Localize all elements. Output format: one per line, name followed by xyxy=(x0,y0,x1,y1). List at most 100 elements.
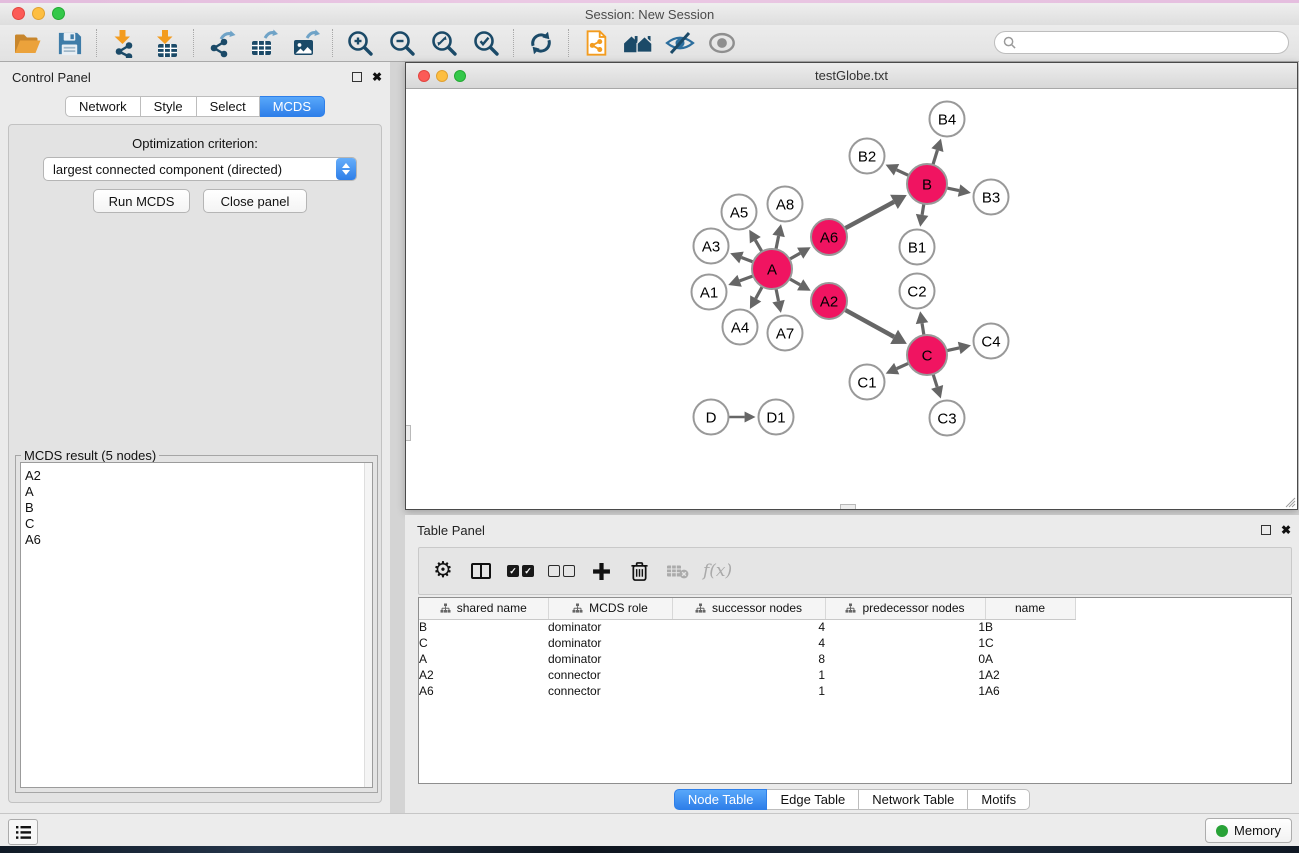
column-header-shared-name[interactable]: shared name xyxy=(419,598,548,619)
table-cell[interactable]: connector xyxy=(548,667,672,683)
table-cell[interactable]: dominator xyxy=(548,651,672,667)
table-cell[interactable]: B xyxy=(985,619,1075,635)
network-minimize-button[interactable] xyxy=(436,70,448,82)
memory-button[interactable]: Memory xyxy=(1205,818,1292,843)
graph-node-B1[interactable]: B1 xyxy=(900,230,935,265)
bottom-edge-grip[interactable] xyxy=(840,504,856,509)
float-panel-icon[interactable] xyxy=(352,72,362,82)
task-history-button[interactable] xyxy=(8,819,38,845)
edge-C-C3[interactable] xyxy=(933,374,937,387)
tab-mcds[interactable]: MCDS xyxy=(260,96,325,117)
table-cell[interactable]: A2 xyxy=(985,667,1075,683)
tab-style[interactable]: Style xyxy=(141,96,197,117)
table-options-button[interactable]: ⚙ xyxy=(431,556,455,586)
graph-node-A5[interactable]: A5 xyxy=(722,195,757,230)
result-item[interactable]: A6 xyxy=(21,532,372,548)
edge-A-A2[interactable] xyxy=(789,279,800,285)
table-row[interactable]: A2connector11A2 xyxy=(419,667,1291,683)
table-cell[interactable]: 1 xyxy=(672,683,825,699)
zoom-selected-button[interactable] xyxy=(465,26,507,60)
table-row[interactable]: A6connector11A6 xyxy=(419,683,1291,699)
graph-node-D[interactable]: D xyxy=(694,400,729,435)
table-cell[interactable]: dominator xyxy=(548,619,672,635)
add-button[interactable] xyxy=(589,556,613,586)
graph-node-C[interactable]: C xyxy=(907,335,947,375)
graph-node-B3[interactable]: B3 xyxy=(974,180,1009,215)
import-table-button[interactable] xyxy=(145,26,187,60)
graph-node-C3[interactable]: C3 xyxy=(930,401,965,436)
edge-A-A4[interactable] xyxy=(756,287,763,299)
zoom-fit-button[interactable] xyxy=(423,26,465,60)
network-close-button[interactable] xyxy=(418,70,430,82)
save-session-button[interactable] xyxy=(48,26,90,60)
close-panel-button[interactable]: Close panel xyxy=(203,189,307,213)
delete-button[interactable] xyxy=(627,556,651,586)
table-cell[interactable]: C xyxy=(419,635,548,651)
edge-A-A3[interactable] xyxy=(741,257,753,261)
tab-node-table[interactable]: Node Table xyxy=(674,789,768,810)
tab-select[interactable]: Select xyxy=(197,96,260,117)
close-window-button[interactable] xyxy=(12,7,25,20)
table-cell[interactable]: connector xyxy=(548,683,672,699)
table-cell[interactable]: dominator xyxy=(548,635,672,651)
column-header-mcds-role[interactable]: MCDS role xyxy=(548,598,672,619)
zoom-in-button[interactable] xyxy=(339,26,381,60)
delete-table-button[interactable] xyxy=(665,556,689,586)
close-panel-icon[interactable]: ✖ xyxy=(372,72,382,82)
hide-graphics-details-button[interactable] xyxy=(659,26,701,60)
edge-C-C4[interactable] xyxy=(947,348,960,351)
tab-motifs[interactable]: Motifs xyxy=(968,789,1030,810)
table-cell[interactable]: A2 xyxy=(419,667,548,683)
column-header-name[interactable]: name xyxy=(985,598,1075,619)
tab-edge-table[interactable]: Edge Table xyxy=(767,789,859,810)
network-window-titlebar[interactable]: testGlobe.txt xyxy=(406,63,1297,89)
select-all-button[interactable]: ✓ ✓ xyxy=(507,556,534,586)
open-session-button[interactable] xyxy=(6,26,48,60)
edge-A-A7[interactable] xyxy=(776,289,779,301)
graph-node-C2[interactable]: C2 xyxy=(900,274,935,309)
graph-node-D1[interactable]: D1 xyxy=(759,400,794,435)
edge-A-A8[interactable] xyxy=(776,236,779,249)
table-cell[interactable]: B xyxy=(419,619,548,635)
graph-node-A7[interactable]: A7 xyxy=(768,316,803,351)
graph-node-C4[interactable]: C4 xyxy=(974,324,1009,359)
show-columns-button[interactable] xyxy=(469,556,493,586)
maximize-window-button[interactable] xyxy=(52,7,65,20)
edge-B-B4[interactable] xyxy=(933,150,938,165)
edge-B-B3[interactable] xyxy=(947,188,959,191)
tab-network-table[interactable]: Network Table xyxy=(859,789,968,810)
network-graph-canvas[interactable]: B4B2BB3A8A5A6A3B1AC2A1A2A4A7C4CC1C3DD1 xyxy=(406,89,1297,509)
table-row[interactable]: Cdominator41C xyxy=(419,635,1291,651)
edge-A-A1[interactable] xyxy=(740,276,754,281)
graph-node-A4[interactable]: A4 xyxy=(723,310,758,345)
edge-C-C2[interactable] xyxy=(922,323,924,335)
export-table-button[interactable] xyxy=(242,26,284,60)
graph-node-C1[interactable]: C1 xyxy=(850,365,885,400)
zoom-out-button[interactable] xyxy=(381,26,423,60)
export-image-button[interactable] xyxy=(284,26,326,60)
result-list-scrollbar[interactable] xyxy=(364,463,372,787)
graph-node-B2[interactable]: B2 xyxy=(850,139,885,174)
table-cell[interactable]: A6 xyxy=(985,683,1075,699)
refresh-button[interactable] xyxy=(520,26,562,60)
table-cell[interactable]: 1 xyxy=(825,683,985,699)
graph-node-A3[interactable]: A3 xyxy=(694,229,729,264)
close-panel-icon[interactable]: ✖ xyxy=(1281,525,1291,535)
table-cell[interactable]: A xyxy=(985,651,1075,667)
search-input[interactable] xyxy=(1021,35,1280,51)
left-edge-grip[interactable] xyxy=(406,425,411,441)
edge-A2-C[interactable] xyxy=(845,310,894,337)
import-network-button[interactable] xyxy=(103,26,145,60)
search-box[interactable] xyxy=(994,31,1289,54)
graph-node-B4[interactable]: B4 xyxy=(930,102,965,137)
column-header-predecessor-nodes[interactable]: predecessor nodes xyxy=(825,598,985,619)
table-cell[interactable]: 0 xyxy=(825,651,985,667)
table-cell[interactable]: 4 xyxy=(672,619,825,635)
houses-home-button[interactable] xyxy=(617,26,659,60)
resize-grip-icon[interactable] xyxy=(1284,496,1296,508)
function-builder-button[interactable]: f(x) xyxy=(703,556,732,586)
table-row[interactable]: Bdominator41B xyxy=(419,619,1291,635)
float-panel-icon[interactable] xyxy=(1261,525,1271,535)
criterion-dropdown[interactable]: largest connected component (directed) xyxy=(43,157,357,181)
graph-node-A8[interactable]: A8 xyxy=(768,187,803,222)
